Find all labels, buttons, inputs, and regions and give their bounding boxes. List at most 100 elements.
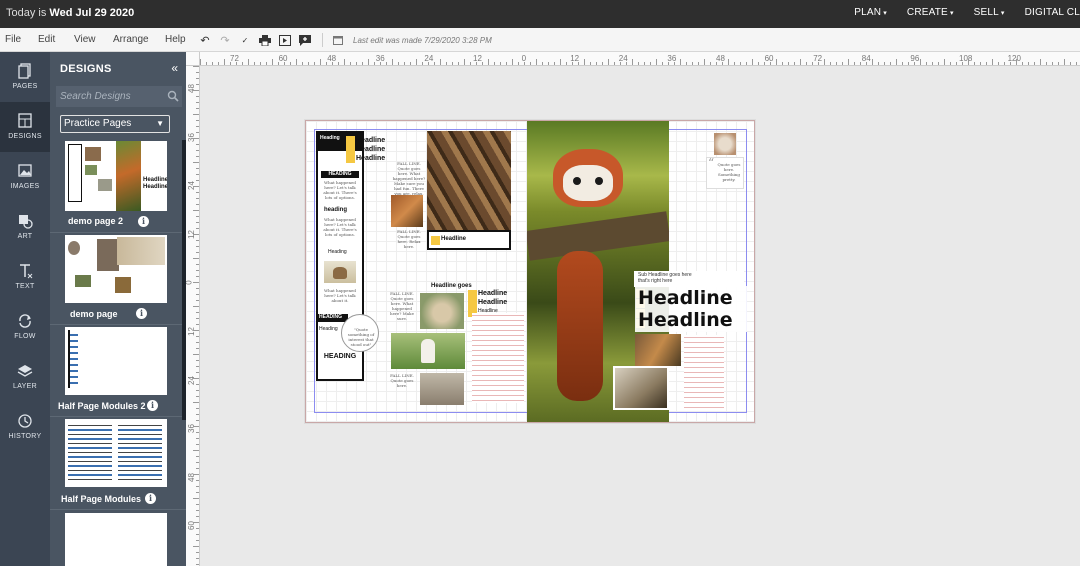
design-thumb-half-page-modules-2[interactable] xyxy=(65,327,167,395)
ruler-tick xyxy=(196,366,199,367)
menu-edit[interactable]: Edit xyxy=(38,34,55,45)
ruler-tick xyxy=(338,62,339,65)
ruler-tick xyxy=(1010,62,1011,65)
rail-images[interactable]: IMAGES xyxy=(0,152,50,202)
photo-hedgehog[interactable] xyxy=(420,293,464,329)
info-icon[interactable]: i xyxy=(145,493,156,504)
collapse-panel-icon[interactable]: « xyxy=(171,61,178,75)
menu-view[interactable]: View xyxy=(74,34,96,45)
ruler-tick xyxy=(196,486,199,487)
photo-hedgehog-2[interactable] xyxy=(420,373,464,405)
photo-llama[interactable] xyxy=(391,333,465,369)
print-icon[interactable] xyxy=(256,31,274,49)
today-date: Today is Wed Jul 29 2020 xyxy=(6,7,134,19)
ruler-tick xyxy=(386,62,387,65)
ruler-tick xyxy=(944,59,945,65)
rail-label: HISTORY xyxy=(8,433,42,440)
photo-squirrel[interactable] xyxy=(391,195,423,227)
ruler-tick xyxy=(668,62,669,65)
ruler-tick xyxy=(193,474,199,475)
ruler-tick xyxy=(296,59,297,65)
body-text-block: FALL LINE. Quote goes here. What happene… xyxy=(392,161,426,196)
info-icon[interactable]: i xyxy=(136,308,147,319)
category-select[interactable]: Practice Pages ▼ xyxy=(60,115,170,133)
ruler-number: 72 xyxy=(230,54,239,63)
subhead-box[interactable]: Sub Headline goes here that's right here xyxy=(634,271,744,287)
ruler-tick xyxy=(196,174,199,175)
rail-label: PAGES xyxy=(12,83,38,90)
nav-digital[interactable]: DIGITAL CL xyxy=(1025,7,1080,18)
ruler-tick xyxy=(992,59,993,65)
quote-circle[interactable]: "Quote something of interest that stood … xyxy=(341,314,379,352)
ruler-tick xyxy=(416,59,417,65)
info-icon[interactable]: i xyxy=(147,400,158,411)
nav-plan[interactable]: PLAN ▾ xyxy=(854,7,887,18)
ruler-tick xyxy=(290,62,291,65)
ruler-tick xyxy=(196,72,199,73)
ruler-tick xyxy=(196,348,199,349)
info-icon[interactable]: i xyxy=(138,216,149,227)
redo-icon[interactable]: ↷ xyxy=(216,31,234,49)
ruler-tick xyxy=(314,62,315,65)
photo-boars[interactable] xyxy=(427,131,511,231)
rail-history[interactable]: HISTORY xyxy=(0,402,50,452)
ruler-tick xyxy=(193,306,199,307)
ruler-tick xyxy=(196,414,199,415)
undo-icon[interactable]: ↶ xyxy=(196,31,214,49)
ruler-number: 108 xyxy=(959,54,973,63)
ruler-tick xyxy=(398,62,399,65)
rail-pages[interactable]: PAGES xyxy=(0,52,50,102)
search-designs-input[interactable] xyxy=(56,86,182,107)
ruler-tick xyxy=(368,59,369,65)
nav-sell[interactable]: SELL ▾ xyxy=(974,7,1005,18)
divider xyxy=(50,324,186,325)
ruler-tick xyxy=(848,59,849,65)
ruler-tick xyxy=(1052,62,1053,65)
ruler-tick xyxy=(196,222,199,223)
ruler-tick xyxy=(196,288,199,289)
rail-text[interactable]: TEXT xyxy=(0,252,50,302)
spellcheck-icon[interactable]: ✓ xyxy=(236,31,254,49)
photo-cat[interactable] xyxy=(613,366,669,410)
preview-icon[interactable] xyxy=(276,31,294,49)
rail-designs[interactable]: DESIGNS xyxy=(0,102,50,152)
ruler-tick xyxy=(206,62,207,65)
ruler-tick xyxy=(890,62,891,65)
ruler-tick xyxy=(196,420,199,421)
menu-file[interactable]: File xyxy=(5,34,21,45)
page-spread[interactable]: Heading HEADING What happened here? Let'… xyxy=(305,120,755,423)
ruler-tick xyxy=(284,62,285,65)
ruler-tick xyxy=(626,62,627,65)
design-thumb-demo-page[interactable] xyxy=(65,235,167,303)
ruler-tick xyxy=(196,246,199,247)
rail-art[interactable]: ART xyxy=(0,202,50,252)
panda-eye xyxy=(595,177,603,185)
quote-box[interactable]: “ Quote goes here. Something pretty. xyxy=(706,156,744,189)
headline-block[interactable]: Headline Headline xyxy=(635,286,747,332)
photo-dog[interactable] xyxy=(714,133,736,155)
search-icon[interactable] xyxy=(167,90,179,102)
ruler-tick xyxy=(193,282,199,283)
ruler-tick xyxy=(548,62,549,65)
design-thumb-blank[interactable] xyxy=(65,513,167,566)
ruler-tick xyxy=(196,192,199,193)
rail-flow[interactable]: FLOW xyxy=(0,302,50,352)
right-subheadline: Sub Headline goes here that's right here xyxy=(638,272,692,284)
rail-layer[interactable]: LAYER xyxy=(0,352,50,402)
photo-caption-box[interactable]: Headline xyxy=(427,230,511,250)
ruler-tick xyxy=(410,62,411,65)
menu-help[interactable]: Help xyxy=(165,34,186,45)
ruler-tick xyxy=(196,390,199,391)
ruler-tick xyxy=(428,62,429,65)
ruler-tick xyxy=(196,300,199,301)
design-thumb-half-page-modules[interactable] xyxy=(65,419,167,487)
chevron-down-icon: ▼ xyxy=(156,119,164,128)
menu-arrange[interactable]: Arrange xyxy=(113,34,149,45)
photo-animal-small[interactable] xyxy=(635,334,681,366)
nav-create[interactable]: CREATE ▾ xyxy=(907,7,954,18)
add-comment-icon[interactable] xyxy=(296,31,314,49)
design-thumb-demo-page-2[interactable]: Headline Headline xyxy=(65,141,167,211)
ruler-tick xyxy=(494,62,495,65)
ruler-tick xyxy=(1070,62,1071,65)
ruler-tick xyxy=(1046,62,1047,65)
